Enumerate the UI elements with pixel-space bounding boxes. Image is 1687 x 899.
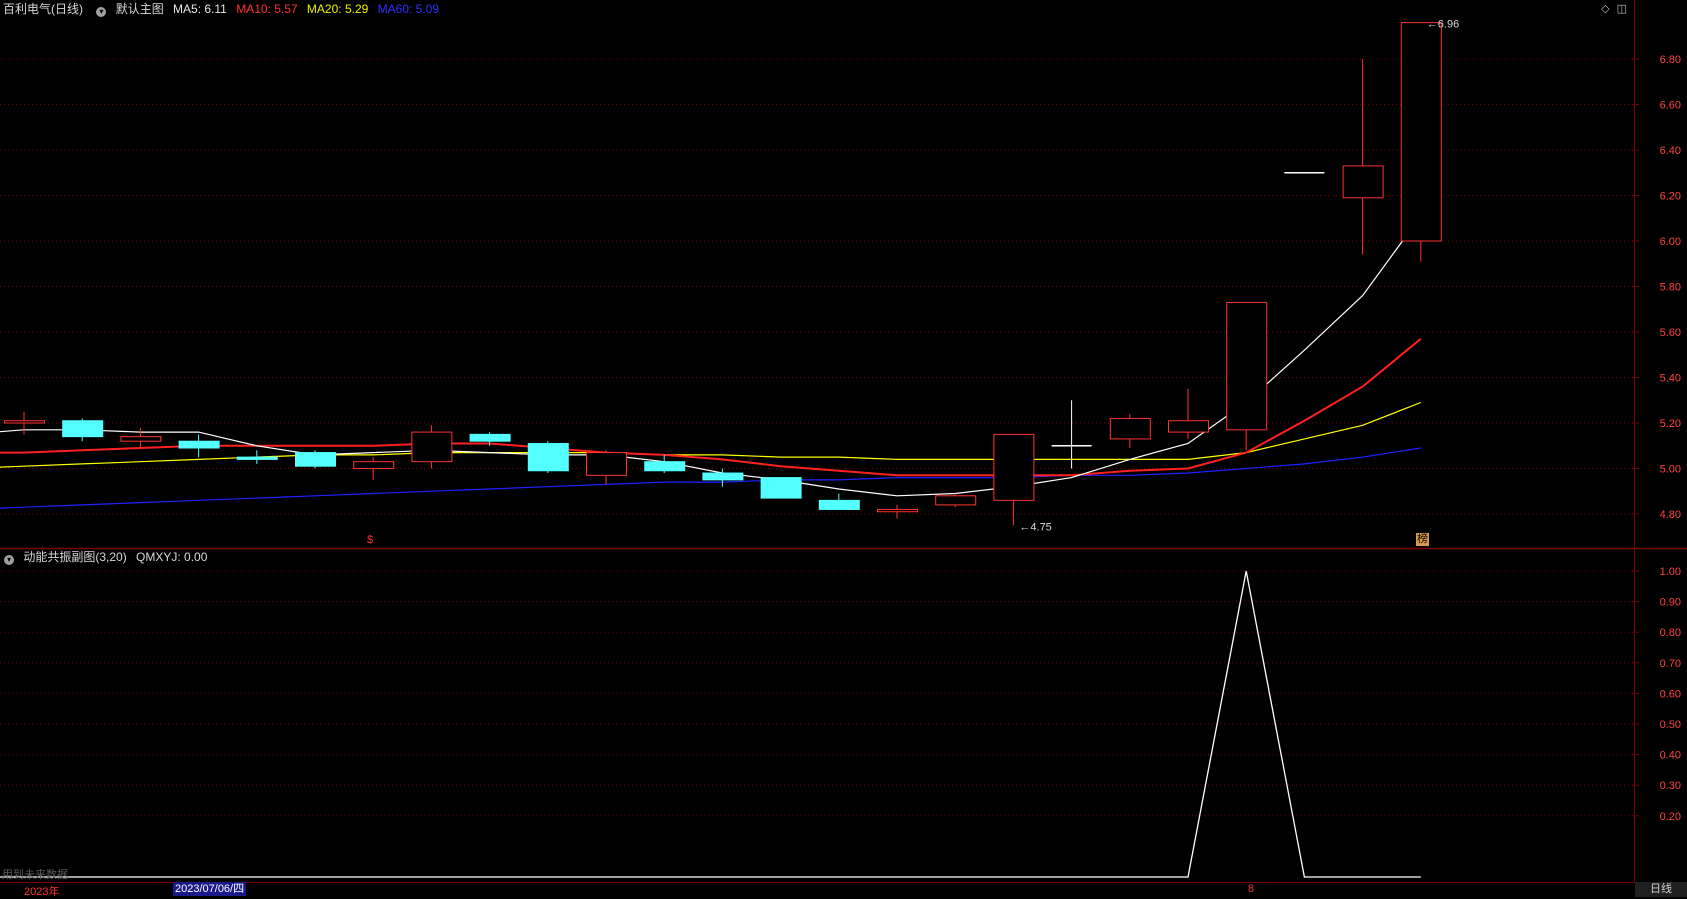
candle-body-up[interactable]: [1400, 22, 1442, 242]
price-tick-label: 5.80: [1660, 282, 1681, 294]
indicator-title[interactable]: 动能共振副图(3,20): [23, 550, 126, 564]
ma5-line: [0, 215, 1422, 497]
candle-body-down[interactable]: [818, 499, 860, 510]
extreme-price-label: ←6.96: [1427, 19, 1459, 31]
kline-window: 6.80 6.60 6.40 6.20 6.00 5.80 5.60 5.40 5.20 5.00…: [0, 0, 1687, 898]
candle-body-up[interactable]: [4, 420, 45, 424]
ma5-value: MA5: 6.11: [173, 2, 227, 16]
indicator-tick-label: 0.90: [1660, 597, 1681, 609]
template-name[interactable]: 默认主图: [116, 2, 164, 16]
ma60-value: MA60: 5.09: [377, 2, 440, 16]
bang-badge[interactable]: 榜: [1416, 533, 1429, 546]
chart-canvas[interactable]: 6.80 6.60 6.40 6.20 6.00 5.80 5.60 5.40 5.20 5.00…: [0, 0, 1687, 897]
candle-body-down[interactable]: [644, 461, 686, 472]
indicator-tick-label: 0.70: [1660, 658, 1681, 670]
chevron-down-icon[interactable]: ▾: [4, 555, 14, 565]
candle-body-up[interactable]: [935, 495, 977, 506]
window-controls: ◇ ◫: [1601, 2, 1627, 15]
candle-body-up[interactable]: [353, 461, 395, 469]
future-data-note: 用到未来数据: [2, 869, 68, 881]
candle-body-down[interactable]: [62, 420, 104, 438]
indicator-tick-label: 0.80: [1660, 627, 1681, 639]
candle-body-down[interactable]: [178, 440, 220, 449]
qmxyj-line: [0, 570, 1421, 878]
main-chart-header: 百利电气(日线) ▾ 默认主图 MA5: 6.11 MA10: 5.57 MA2…: [0, 0, 445, 18]
qmxyj-value: QMXYJ: 0.00: [136, 550, 208, 564]
diamond-icon[interactable]: ◇: [1601, 3, 1609, 15]
candle-body-down[interactable]: [295, 452, 336, 467]
price-tick-label: 4.80: [1660, 509, 1681, 521]
month-tick-8: 8: [1248, 883, 1255, 895]
stock-title[interactable]: 百利电气(日线): [3, 2, 83, 16]
candle-body-up[interactable]: [993, 433, 1035, 501]
candle-body-up[interactable]: [120, 436, 162, 442]
price-tick-label: 6.80: [1660, 54, 1681, 66]
time-axis: [0, 882, 1687, 898]
candle-body-down[interactable]: [236, 456, 278, 460]
ma20-value: MA20: 5.29: [306, 2, 369, 16]
price-tick-label: 6.00: [1660, 236, 1681, 248]
cursor-date: 2023/07/06/四: [173, 882, 247, 896]
panel-toggle-icon[interactable]: ◫: [1617, 3, 1627, 15]
candle-body-up[interactable]: [1226, 301, 1268, 431]
price-tick-label: 6.20: [1660, 191, 1681, 203]
candle-body-down[interactable]: [702, 472, 744, 481]
price-tick-label: 5.40: [1660, 373, 1681, 385]
price-tick-label: 5.00: [1660, 464, 1681, 476]
chevron-down-icon[interactable]: ▾: [96, 7, 107, 17]
price-tick-label: 6.40: [1660, 145, 1681, 157]
indicator-tick-label: 1.00: [1660, 566, 1681, 578]
candle-body-up[interactable]: [877, 508, 918, 513]
indicator-tick-label: 0.50: [1660, 719, 1681, 731]
candle-body-down[interactable]: [760, 477, 802, 499]
ma10-value: MA10: 5.57: [236, 2, 298, 16]
candle-body-up[interactable]: [1168, 420, 1209, 433]
indicator-tick-label: 0.40: [1660, 750, 1681, 762]
price-tick-label: 5.60: [1660, 327, 1681, 339]
extreme-price-label: ←4.75: [1019, 521, 1051, 533]
candle-body-up[interactable]: [411, 431, 453, 463]
candle-body-up[interactable]: [1342, 165, 1384, 199]
candle-body-down[interactable]: [469, 433, 511, 442]
price-tick-label: 6.60: [1660, 100, 1681, 112]
indicator-tick-label: 0.60: [1660, 688, 1681, 700]
period-tab[interactable]: 日线: [1635, 882, 1687, 897]
s-marker[interactable]: $: [367, 534, 373, 546]
candle-body-down[interactable]: [527, 442, 569, 472]
candle-body-up[interactable]: [1109, 417, 1151, 440]
price-tick-label: 5.20: [1660, 418, 1681, 430]
candle-body-up[interactable]: [586, 452, 627, 476]
indicator-tick-label: 0.20: [1660, 811, 1681, 823]
sub-chart-header: ▾ 动能共振副图(3,20) QMXYJ: 0.00: [0, 548, 213, 566]
indicator-tick-label: 0.30: [1660, 780, 1681, 792]
